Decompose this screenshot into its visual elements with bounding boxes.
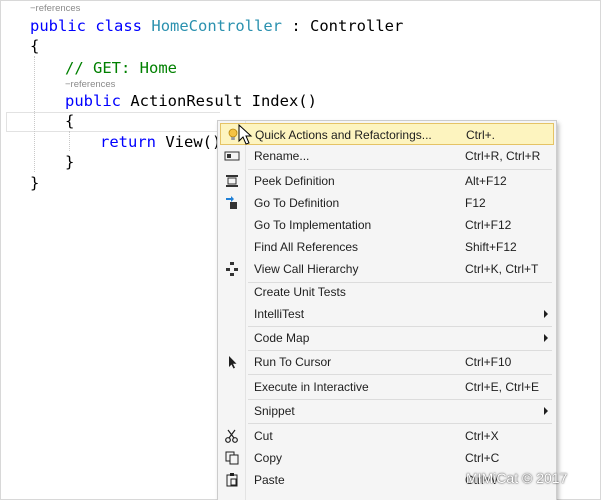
submenu-arrow-icon — [544, 334, 548, 342]
menu-separator — [248, 423, 552, 424]
menu-item-execute-in-interactive[interactable]: Execute in Interactive Ctrl+E, Ctrl+E — [220, 376, 554, 398]
rename-icon — [224, 151, 240, 161]
menu-item-label: Execute in Interactive — [254, 380, 369, 394]
codelens-class-references[interactable]: −references — [30, 3, 80, 14]
menu-item-label: Create Unit Tests — [254, 285, 346, 299]
menu-separator — [248, 374, 552, 375]
watermark: MIMiCat © 2017 — [466, 470, 568, 486]
menu-item-shortcut: Ctrl+F10 — [465, 355, 512, 369]
code-brace-close[interactable]: } — [30, 173, 39, 193]
mouse-pointer-icon — [238, 124, 253, 145]
menu-item-label: Rename... — [254, 149, 310, 163]
menu-item-label: Copy — [254, 451, 283, 465]
go-to-definition-icon — [226, 196, 237, 209]
code-text: ActionResult Index() — [121, 92, 317, 110]
indent-guide — [69, 131, 70, 151]
menu-item-shortcut: Ctrl+. — [466, 128, 496, 142]
code-brace-open[interactable]: { — [65, 111, 74, 131]
code-line-method[interactable]: public ActionResult Index() — [65, 91, 317, 111]
codelens-method-references[interactable]: −references — [65, 79, 115, 90]
menu-item-label: View Call Hierarchy — [254, 262, 359, 276]
menu-item-run-to-cursor[interactable]: Run To Cursor Ctrl+F10 — [220, 351, 554, 373]
menu-item-shortcut: Ctrl+F12 — [465, 218, 512, 232]
menu-item-label: Peek Definition — [254, 174, 335, 188]
menu-item-label: Go To Definition — [254, 196, 340, 210]
menu-item-label: Code Map — [254, 331, 310, 345]
menu-item-go-to-definition[interactable]: Go To Definition F12 — [220, 192, 554, 214]
run-to-cursor-icon — [229, 356, 237, 369]
menu-item-find-all-references[interactable]: Find All References Shift+F12 — [220, 236, 554, 258]
current-line-highlight — [6, 112, 220, 132]
keyword: public — [65, 92, 121, 110]
submenu-arrow-icon — [544, 407, 548, 415]
menu-item-label: Paste — [254, 473, 285, 487]
type-name: HomeController — [151, 17, 283, 35]
menu-item-label: Cut — [254, 429, 273, 443]
menu-item-view-call-hierarchy[interactable]: View Call Hierarchy Ctrl+K, Ctrl+T — [220, 258, 554, 280]
keyword: public — [30, 17, 86, 35]
menu-item-label: Go To Implementation — [254, 218, 372, 232]
menu-item-create-unit-tests[interactable]: Create Unit Tests — [220, 281, 554, 303]
keyword: return — [100, 133, 156, 151]
menu-item-code-map[interactable]: Code Map — [220, 327, 554, 349]
menu-item-shortcut: Shift+F12 — [465, 240, 517, 254]
code-text: View() — [156, 133, 222, 151]
copy-icon — [225, 451, 239, 465]
menu-item-cut[interactable]: Cut Ctrl+X — [220, 425, 554, 447]
code-line-return[interactable]: return View() — [100, 132, 221, 152]
context-menu: Quick Actions and Refactorings... Ctrl+.… — [217, 120, 557, 500]
menu-item-label: Snippet — [254, 404, 295, 418]
menu-item-shortcut: Ctrl+R, Ctrl+R — [465, 149, 541, 163]
code-line-class[interactable]: public class HomeController : Controller — [30, 16, 403, 36]
code-comment[interactable]: // GET: Home — [65, 58, 177, 78]
call-hierarchy-icon — [226, 262, 238, 276]
menu-item-quick-actions[interactable]: Quick Actions and Refactorings... Ctrl+. — [220, 123, 554, 145]
menu-item-label: Find All References — [254, 240, 359, 254]
menu-item-shortcut: F12 — [465, 196, 486, 210]
menu-item-shortcut: Ctrl+C — [465, 451, 500, 465]
menu-item-label: Quick Actions and Refactorings... — [255, 128, 432, 142]
menu-item-copy[interactable]: Copy Ctrl+C — [220, 447, 554, 469]
menu-item-shortcut: Alt+F12 — [465, 174, 507, 188]
code-brace-close[interactable]: } — [65, 152, 74, 172]
menu-item-snippet[interactable]: Snippet — [220, 400, 554, 422]
keyword: class — [95, 17, 143, 35]
peek-definition-icon — [226, 175, 238, 187]
menu-item-shortcut: Ctrl+E, Ctrl+E — [465, 380, 540, 394]
submenu-arrow-icon — [544, 310, 548, 318]
menu-item-go-to-implementation[interactable]: Go To Implementation Ctrl+F12 — [220, 214, 554, 236]
menu-item-shortcut: Ctrl+X — [465, 429, 499, 443]
scissors-icon — [225, 429, 238, 443]
menu-item-rename[interactable]: Rename... Ctrl+R, Ctrl+R — [220, 145, 554, 167]
code-text: : Controller — [282, 17, 404, 35]
menu-item-intellitest[interactable]: IntelliTest — [220, 303, 554, 325]
menu-item-peek-definition[interactable]: Peek Definition Alt+F12 — [220, 170, 554, 192]
code-brace-open[interactable]: { — [30, 36, 39, 56]
menu-item-shortcut: Ctrl+K, Ctrl+T — [465, 262, 539, 276]
menu-item-label: IntelliTest — [254, 307, 305, 321]
indent-guide — [34, 56, 35, 172]
paste-icon — [226, 473, 238, 487]
menu-item-label: Run To Cursor — [254, 355, 332, 369]
